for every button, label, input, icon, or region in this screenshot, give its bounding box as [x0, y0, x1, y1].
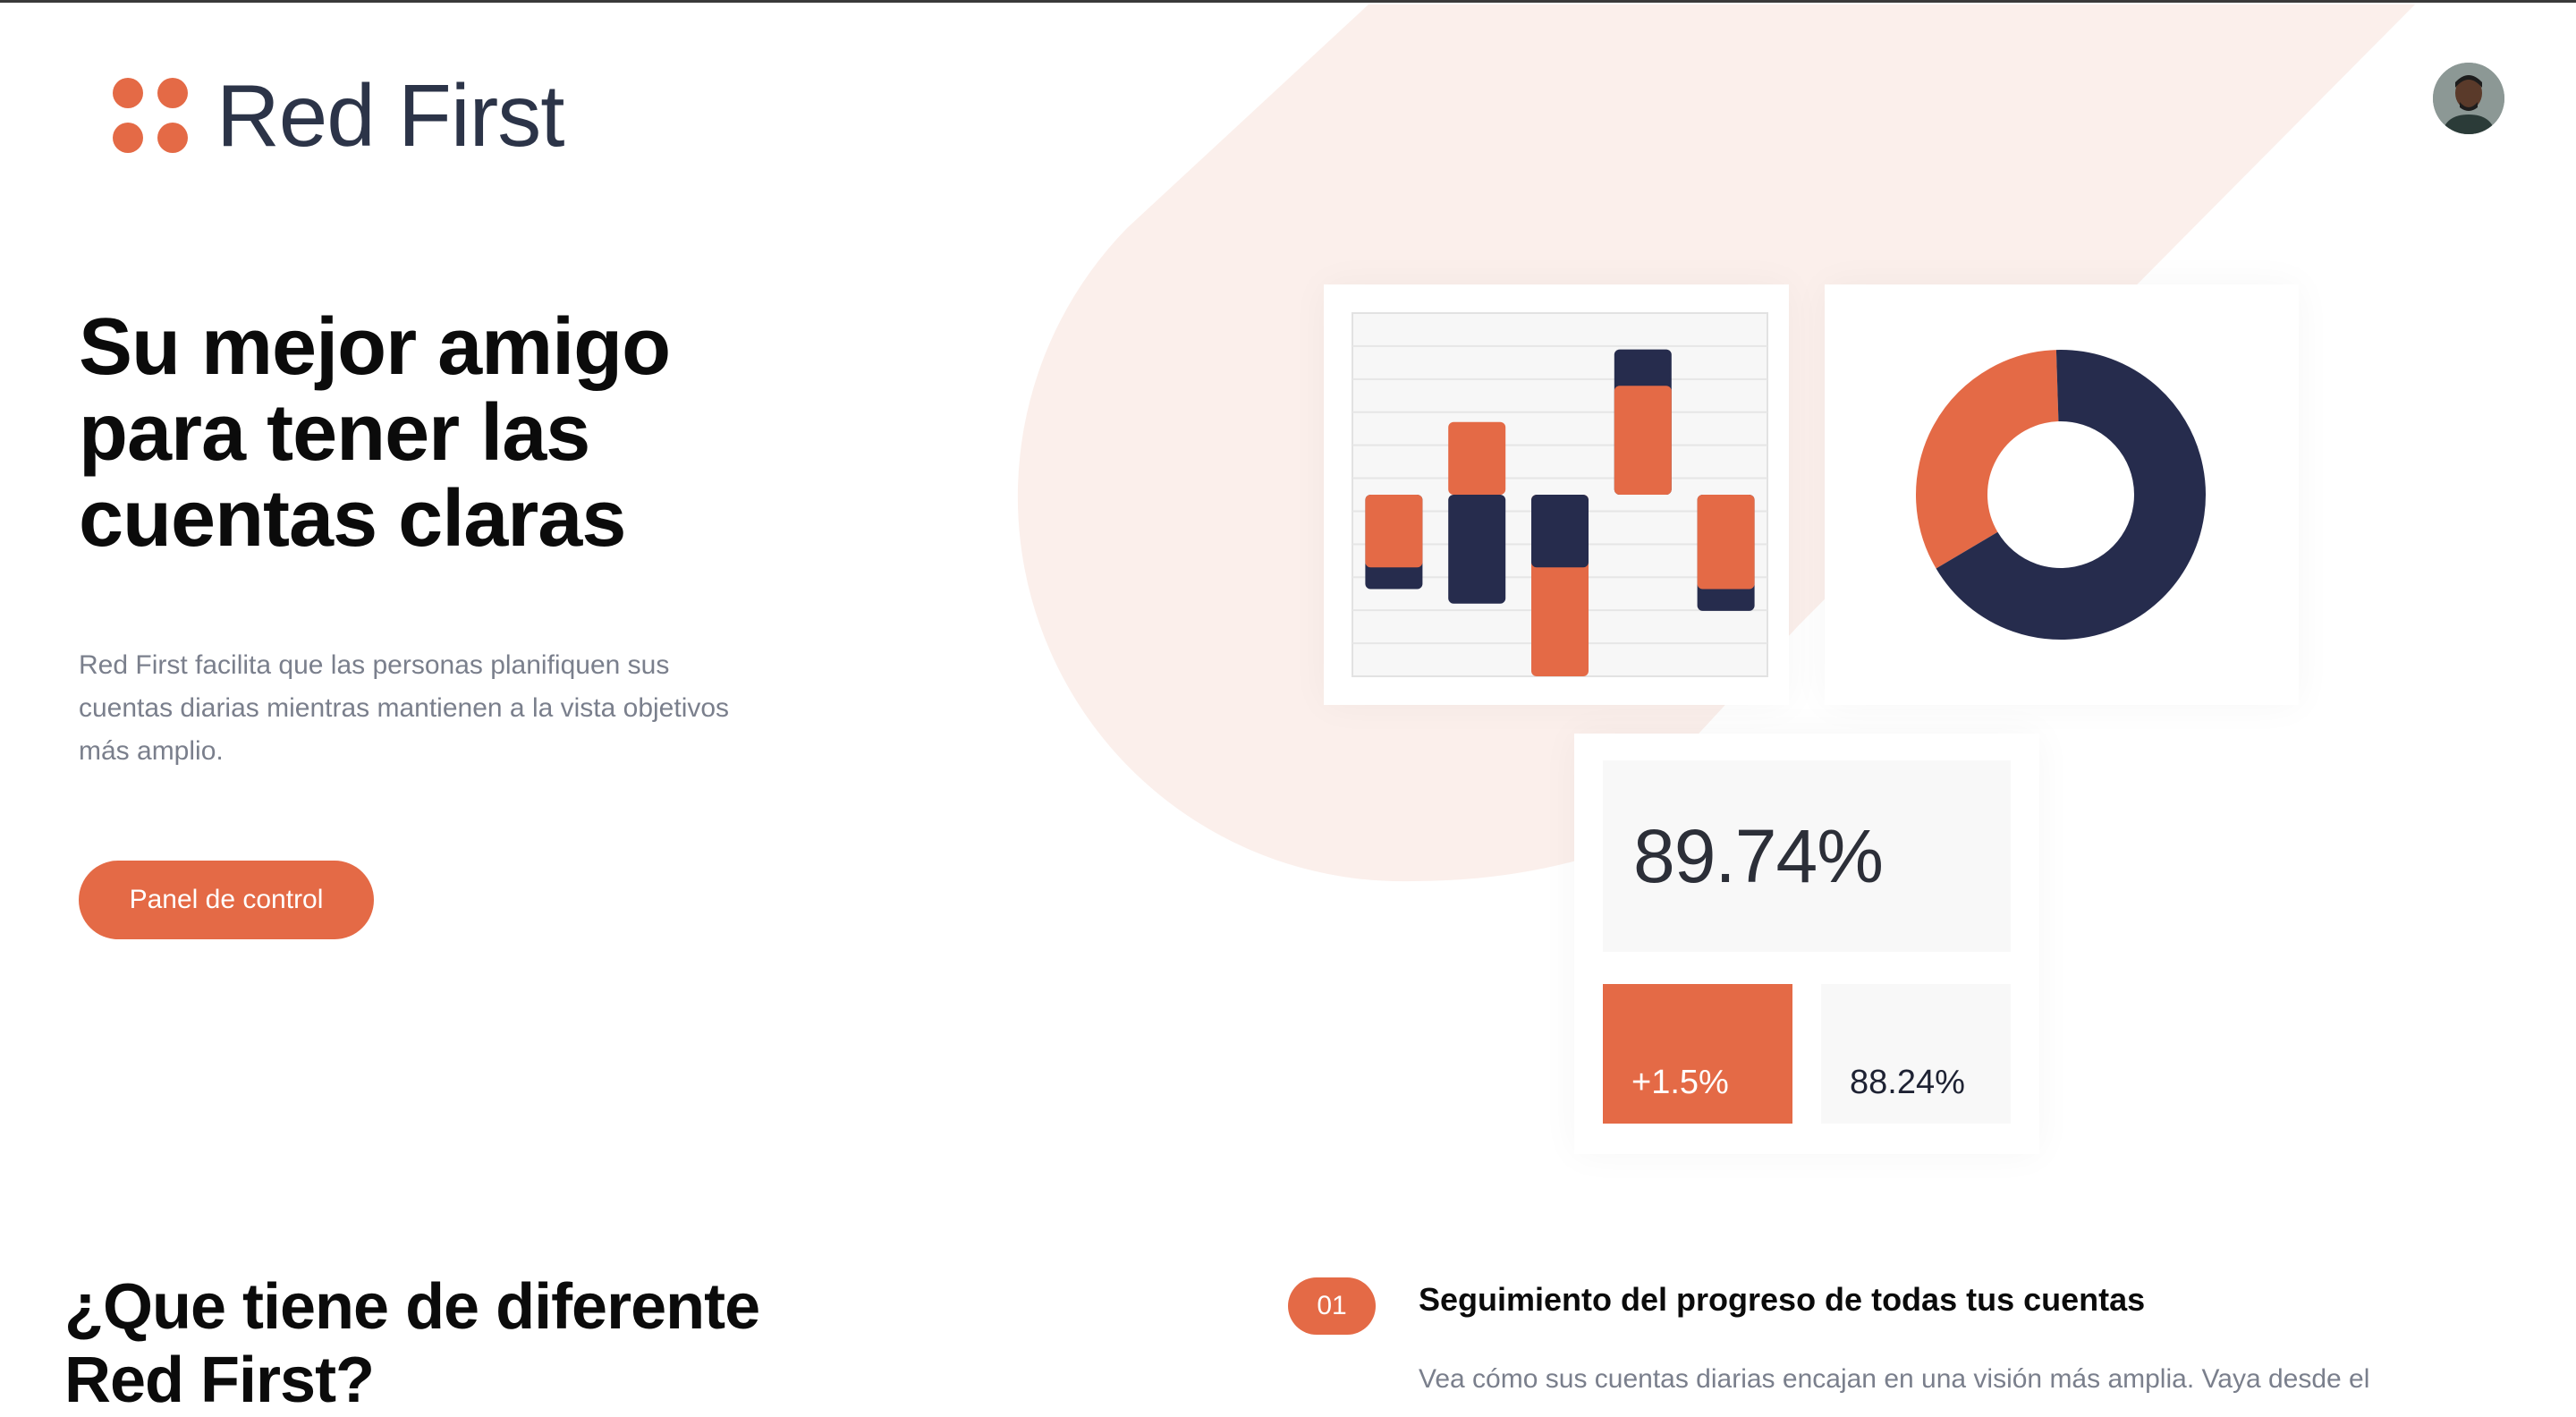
stats-card: 89.74% +1.5% 88.24% [1574, 734, 2039, 1154]
dashboard-button[interactable]: Panel de control [79, 861, 374, 939]
donut-chart [1916, 350, 2206, 640]
brand-name: Red First [216, 66, 565, 165]
hero-description: Red First facilita que las personas plan… [79, 650, 730, 766]
feature-number-badge: 01 [1288, 1277, 1376, 1335]
feature-description: Vea cómo sus cuentas diarias encajan en … [1419, 1364, 2370, 1394]
bar [1531, 495, 1589, 568]
feature-title: Seguimiento del progreso de todas tus cu… [1419, 1281, 2146, 1318]
big-stat: 89.74% [1603, 760, 2011, 952]
hero-title: Su mejor amigo para tener las cuentas cl… [79, 302, 671, 564]
big-stat-value: 89.74% [1633, 813, 1884, 898]
four-dots-icon [113, 78, 188, 153]
secondary-stat: 88.24% [1821, 984, 2011, 1124]
bar [1614, 386, 1672, 495]
bar-chart-card [1324, 284, 1789, 705]
bar [1448, 421, 1506, 495]
donut-slice [1916, 350, 2060, 569]
donut-chart-card [1825, 284, 2299, 705]
change-stat: +1.5% [1603, 984, 1792, 1124]
bar [1697, 495, 1755, 590]
bar-chart [1352, 312, 1768, 677]
bar [1365, 495, 1423, 568]
secondary-stat-value: 88.24% [1850, 1064, 1965, 1101]
bar [1448, 495, 1506, 604]
brand-logo[interactable]: Red First [113, 66, 565, 165]
user-avatar-icon[interactable] [2433, 63, 2504, 134]
features-title: ¿Que tiene de diferente Red First? [64, 1271, 760, 1416]
change-stat-value: +1.5% [1631, 1064, 1729, 1101]
